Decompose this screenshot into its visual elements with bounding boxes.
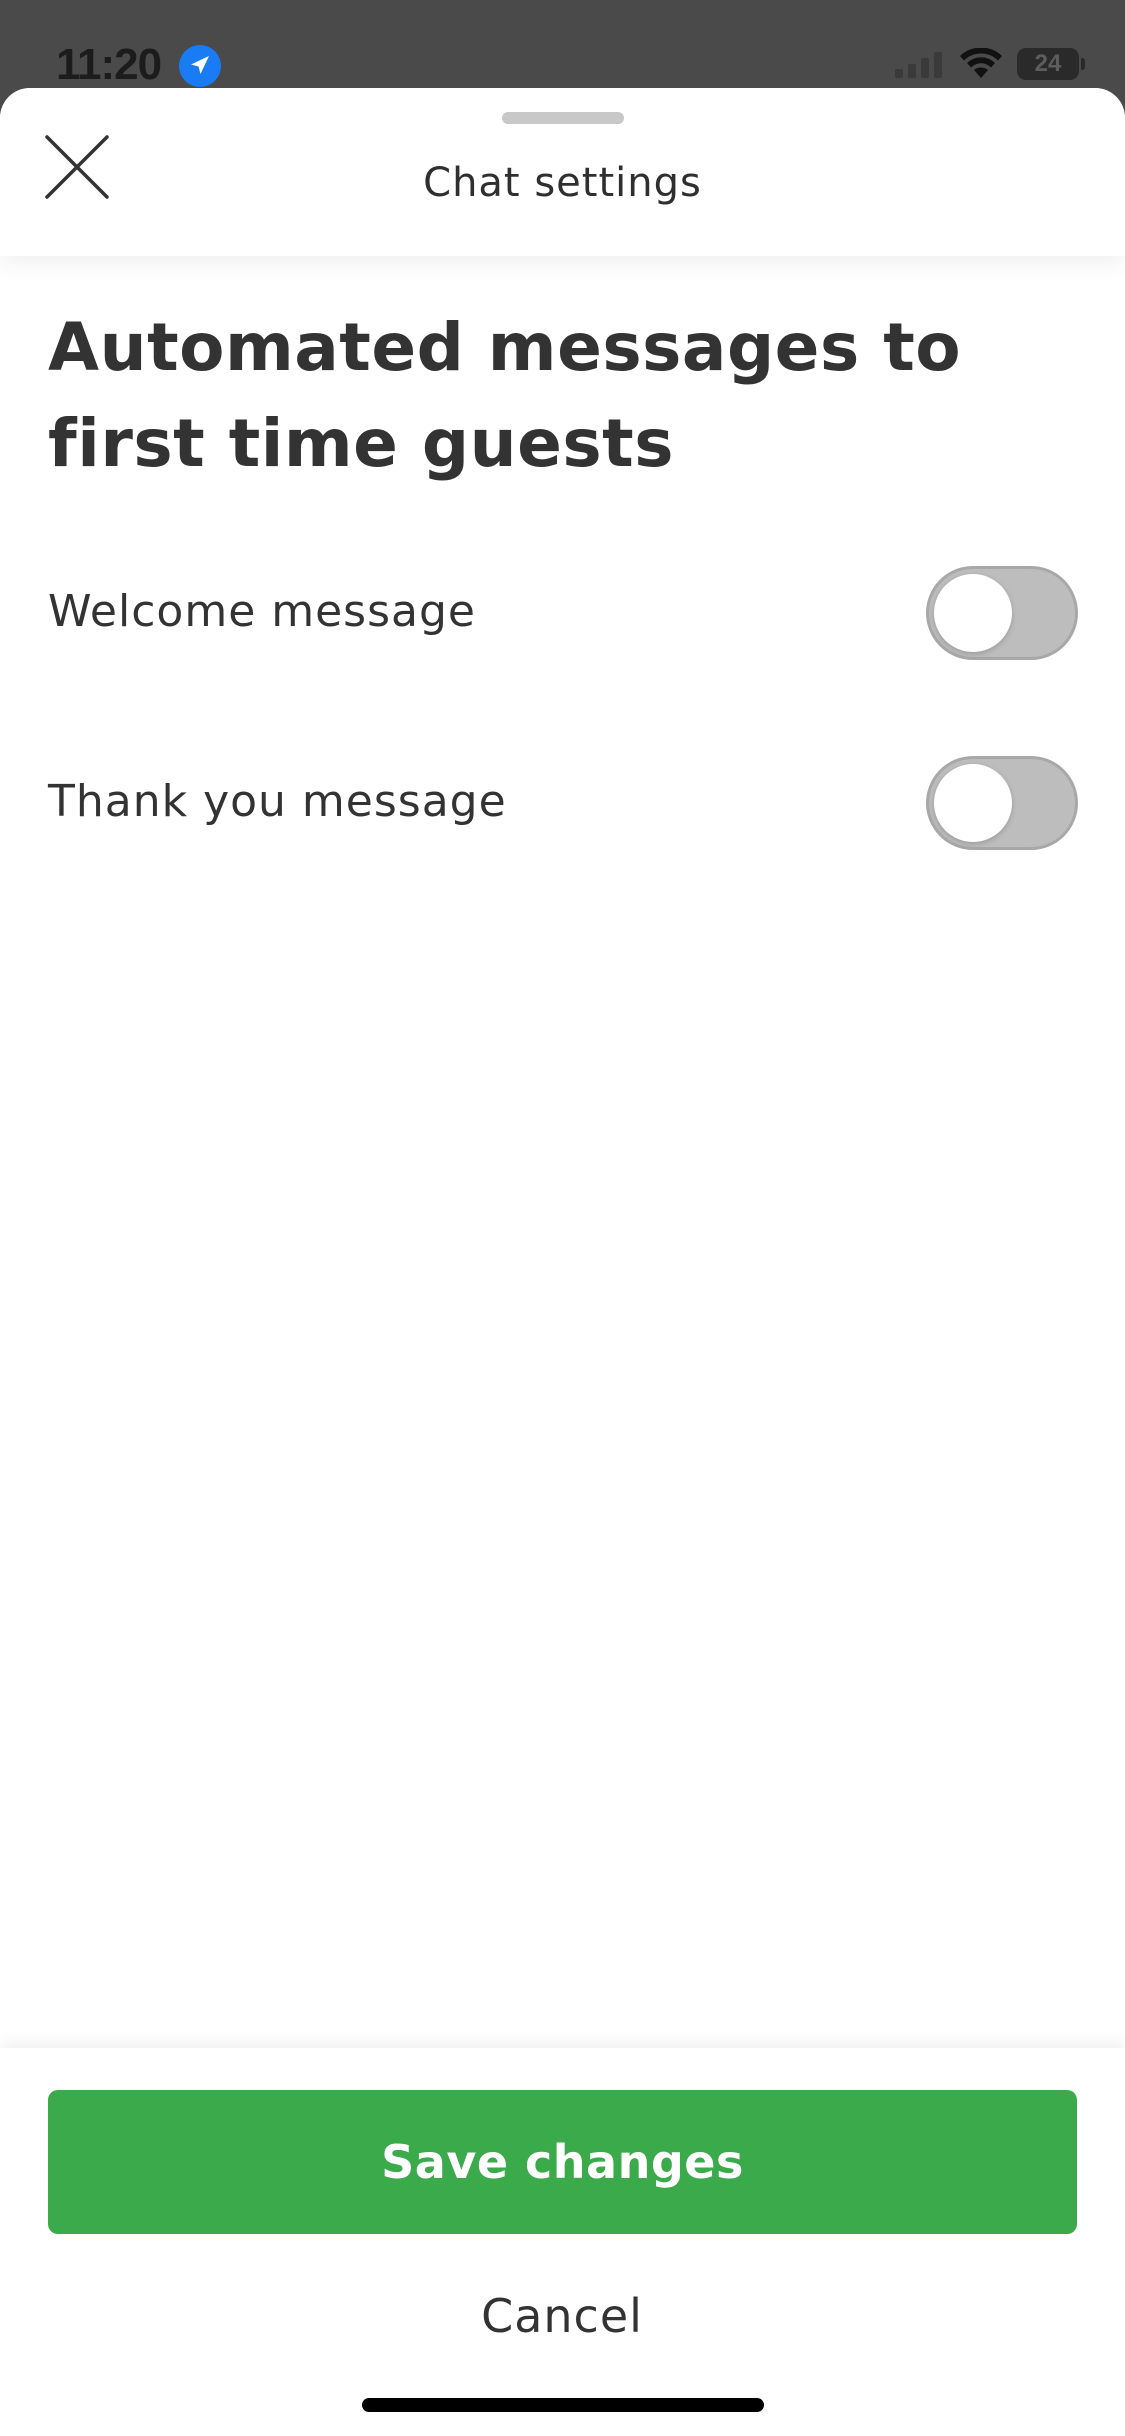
toggle-knob (934, 574, 1012, 652)
cellular-signal-icon (895, 52, 942, 78)
status-bar: 11:20 24 (0, 0, 1125, 90)
sheet-grabber-handle[interactable] (502, 112, 624, 124)
cancel-button[interactable]: Cancel (362, 2276, 762, 2356)
battery-tip (1081, 58, 1085, 70)
sheet-footer: Save changes Cancel (0, 2048, 1125, 2436)
setting-row-welcome-message: Welcome message (48, 566, 1078, 662)
home-indicator (362, 2398, 764, 2412)
wifi-icon (960, 48, 1002, 78)
setting-row-thank-you-message: Thank you message (48, 756, 1078, 852)
toggle-knob (934, 764, 1012, 842)
location-arrow-icon (179, 45, 221, 87)
thank-you-message-label: Thank you message (48, 776, 507, 827)
sheet-header: Chat settings (0, 88, 1125, 256)
welcome-message-toggle[interactable] (926, 566, 1078, 660)
battery-level: 24 (1034, 50, 1062, 77)
status-time: 11:20 (56, 40, 162, 89)
battery-icon: 24 (1017, 48, 1079, 80)
chat-settings-sheet: Chat settings Automated messages to firs… (0, 88, 1125, 2436)
welcome-message-label: Welcome message (48, 586, 476, 637)
save-changes-button[interactable]: Save changes (48, 2090, 1077, 2234)
sheet-title: Chat settings (423, 160, 702, 206)
section-title: Automated messages to first time guests (48, 309, 962, 482)
status-indicators: 24 (893, 48, 1085, 80)
thank-you-message-toggle[interactable] (926, 756, 1078, 850)
